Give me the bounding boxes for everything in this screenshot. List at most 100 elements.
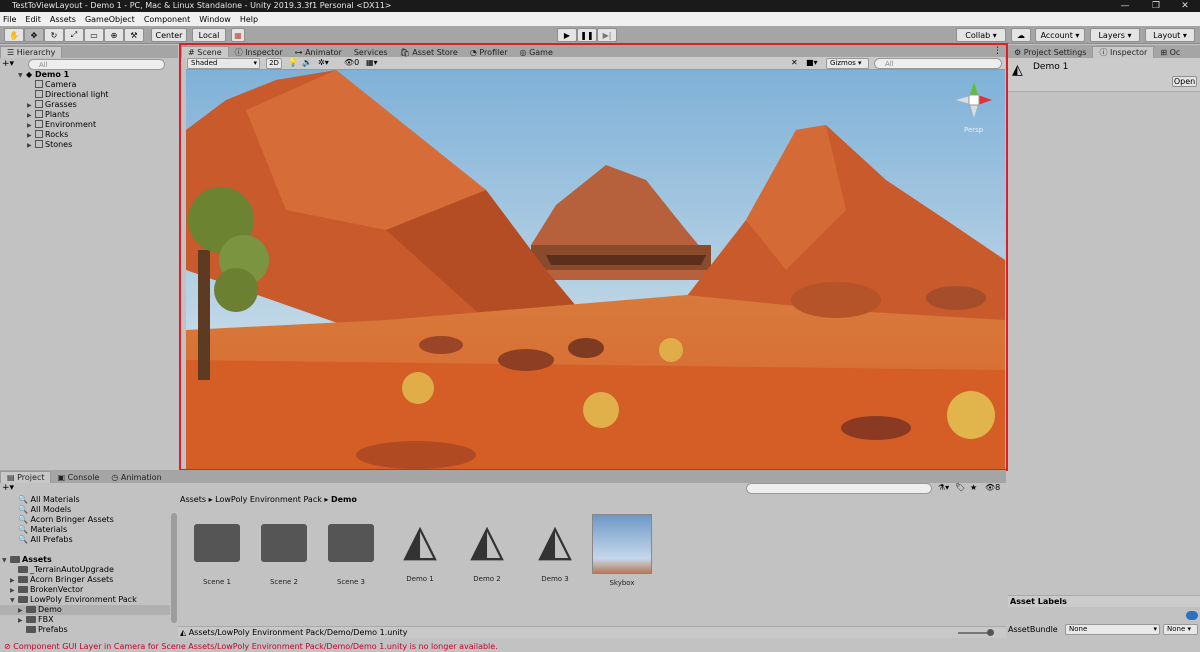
layers-dropdown[interactable]: Layers ▾	[1090, 28, 1140, 42]
cloud-icon[interactable]: ☁	[1011, 28, 1031, 42]
asset-folder-item[interactable]: Scene 3	[320, 514, 382, 594]
menu-file[interactable]: File	[3, 15, 16, 24]
hidden-objects-icon[interactable]: 👁0	[344, 58, 359, 67]
shading-dropdown[interactable]: Shaded ▾	[187, 58, 260, 69]
favorite-item[interactable]: 🔍 All Prefabs	[18, 535, 73, 545]
gameobject-icon	[35, 90, 43, 98]
asset-scene-item[interactable]: ◭ Demo 1	[389, 514, 451, 594]
open-button[interactable]: Open	[1172, 76, 1197, 87]
favorite-item[interactable]: 🔍 All Models	[18, 505, 71, 515]
kebab-menu-icon[interactable]: ⋮	[993, 46, 1002, 56]
folder-item[interactable]: Prefabs	[18, 625, 68, 635]
folder-item[interactable]: ▼ LowPoly Environment Pack	[10, 595, 137, 605]
tree-scrollbar[interactable]	[171, 513, 177, 623]
tab-project[interactable]: ▤ Project	[0, 471, 52, 483]
account-dropdown[interactable]: Account ▾	[1035, 28, 1085, 42]
scene-viewport[interactable]: Persp	[186, 70, 1005, 469]
hierarchy-item[interactable]: Directional light	[27, 90, 109, 100]
filter-type-icon[interactable]: ⚗▾	[938, 483, 949, 492]
close-button[interactable]: ✕	[1170, 0, 1200, 12]
breadcrumb-item-current[interactable]: Demo	[331, 495, 357, 504]
tab-animation[interactable]: ◷ Animation	[105, 471, 167, 483]
assets-root-folder[interactable]: ▼ Assets	[2, 555, 52, 565]
folder-item[interactable]: _TerrainAutoUpgrade	[10, 565, 114, 575]
tab-console[interactable]: ▣ Console	[51, 471, 105, 483]
mode-2d-toggle[interactable]: 2D	[266, 58, 282, 69]
pause-button[interactable]: ❚❚	[577, 28, 597, 42]
menu-component[interactable]: Component	[144, 15, 190, 24]
main-toolbar: ✋ ✥ ↻ ⤢ ▭ ⊕ ⚒ Center Local ▦ ▶ ❚❚ ▶| Col…	[0, 26, 1200, 44]
asset-scene-item[interactable]: ◭ Demo 2	[456, 514, 518, 594]
breadcrumb-item[interactable]: Assets	[180, 495, 206, 504]
transform-tool-icon[interactable]: ⊕	[104, 28, 124, 42]
asset-folder-item[interactable]: Scene 1	[186, 514, 248, 594]
folder-item-selected[interactable]: ▶ Demo	[0, 605, 170, 615]
effects-toggle-icon[interactable]: ✲▾	[318, 58, 329, 67]
minimize-button[interactable]: —	[1110, 0, 1140, 12]
hierarchy-search-placeholder: All	[39, 60, 48, 69]
asset-material-item[interactable]: Skybox	[591, 514, 653, 594]
hierarchy-item[interactable]: ▶ Stones	[27, 140, 72, 150]
custom-tool-icon[interactable]: ⚒	[124, 28, 144, 42]
scene-orientation-gizmo[interactable]	[952, 78, 996, 122]
gizmos-dropdown[interactable]: Gizmos ▾	[826, 58, 869, 69]
project-search-input[interactable]	[746, 483, 932, 494]
collab-button[interactable]: Collab ▾	[956, 28, 1006, 42]
camera-settings-icon[interactable]: ■▾	[806, 58, 818, 67]
play-button[interactable]: ▶	[557, 28, 577, 42]
tab-other[interactable]: ⊞ Oc	[1154, 46, 1186, 58]
rect-tool-icon[interactable]: ▭	[84, 28, 104, 42]
menu-gameobject[interactable]: GameObject	[85, 15, 135, 24]
menu-assets[interactable]: Assets	[50, 15, 76, 24]
pivot-center-button[interactable]: Center	[151, 28, 187, 42]
asset-folder-item[interactable]: Scene 2	[253, 514, 315, 594]
tab-project-settings[interactable]: ⚙ Project Settings	[1008, 46, 1092, 58]
hierarchy-scene-row[interactable]: ▼ ◆ Demo 1	[18, 70, 69, 80]
status-bar[interactable]: ⊘ Component GUI Layer in Camera for Scen…	[0, 641, 1200, 652]
snap-icon[interactable]: ▦	[231, 28, 245, 42]
scene-search-input[interactable]: All	[874, 58, 1002, 69]
label-tag-icon[interactable]	[1186, 611, 1198, 620]
favorite-item[interactable]: 🔍 Acorn Bringer Assets	[18, 515, 114, 525]
audio-toggle-icon[interactable]: 🔊	[302, 58, 312, 67]
folder-item[interactable]: ▶ BrokenVector	[10, 585, 83, 595]
filter-label-icon[interactable]: 🏷	[955, 483, 965, 492]
folder-icon	[26, 616, 36, 623]
hierarchy-item[interactable]: ▶ Rocks	[27, 130, 68, 140]
hierarchy-item[interactable]: Camera	[27, 80, 76, 90]
grid-toggle-icon[interactable]: ▦▾	[366, 58, 378, 67]
pivot-space-button[interactable]: Local	[192, 28, 226, 42]
scale-tool-icon[interactable]: ⤢	[64, 28, 84, 42]
menu-edit[interactable]: Edit	[25, 15, 41, 24]
maximize-button[interactable]: ❐	[1141, 0, 1171, 12]
hierarchy-item[interactable]: ▶ Plants	[27, 110, 69, 120]
favorite-item[interactable]: 🔍 All Materials	[18, 495, 80, 505]
hand-tool-icon[interactable]: ✋	[4, 28, 24, 42]
favorite-star-icon[interactable]: ★	[970, 483, 977, 492]
slider-handle[interactable]	[987, 629, 994, 636]
hierarchy-item[interactable]: ▶ Grasses	[27, 100, 77, 110]
persp-label[interactable]: Persp	[964, 126, 983, 134]
menu-help[interactable]: Help	[240, 15, 258, 24]
asset-variant-dropdown[interactable]: None ▾	[1163, 624, 1198, 635]
create-plus-icon[interactable]: +▾	[2, 59, 14, 69]
layout-dropdown[interactable]: Layout ▾	[1145, 28, 1195, 42]
rotate-tool-icon[interactable]: ↻	[44, 28, 64, 42]
move-tool-icon[interactable]: ✥	[24, 28, 44, 42]
tab-inspector-right[interactable]: ⓘ Inspector	[1092, 46, 1155, 58]
asset-scene-item[interactable]: ◭ Demo 3	[524, 514, 586, 594]
menu-window[interactable]: Window	[199, 15, 231, 24]
asset-bundle-dropdown[interactable]: None ▾	[1065, 624, 1160, 635]
folder-item[interactable]: ▶ FBX	[18, 615, 54, 625]
hierarchy-search-input[interactable]: All	[28, 59, 165, 70]
favorite-item[interactable]: 🔍 Materials	[18, 525, 67, 535]
folder-item[interactable]: ▶ Acorn Bringer Assets	[10, 575, 113, 585]
asset-label: Demo 3	[541, 575, 569, 583]
hidden-packages-icon[interactable]: 👁8	[985, 483, 1000, 492]
step-button[interactable]: ▶|	[597, 28, 617, 42]
lighting-toggle-icon[interactable]: 💡	[288, 58, 298, 67]
tab-hierarchy[interactable]: ☰ Hierarchy	[0, 46, 63, 58]
tools-settings-icon[interactable]: ✕	[791, 58, 798, 67]
hierarchy-item[interactable]: ▶ Environment	[27, 120, 96, 130]
breadcrumb-item[interactable]: LowPoly Environment Pack	[215, 495, 322, 504]
